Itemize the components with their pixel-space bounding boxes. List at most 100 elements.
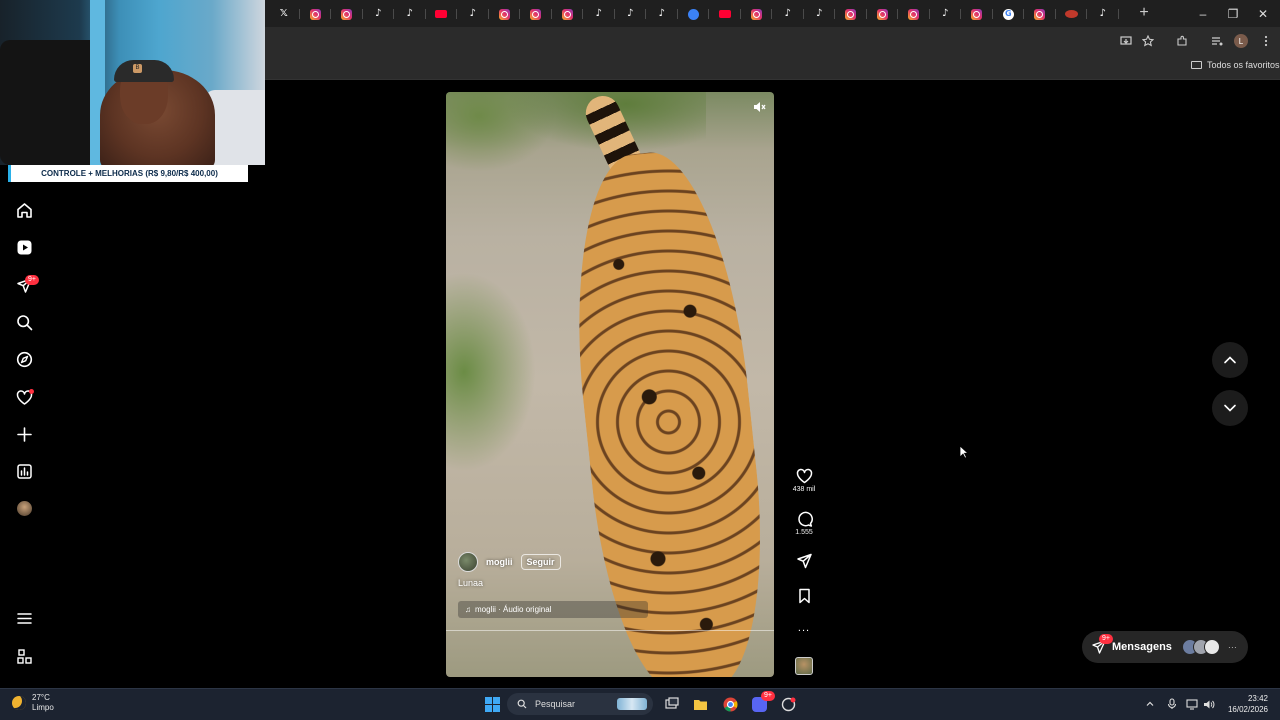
reel-divider <box>446 630 774 631</box>
chrome-icon[interactable] <box>722 696 738 712</box>
browser-tab[interactable] <box>331 4 363 24</box>
browser-tab[interactable] <box>552 4 584 24</box>
browser-tab[interactable]: ♪ <box>457 4 489 24</box>
x-favicon-icon: 𝕏 <box>279 8 288 19</box>
profile-avatar-button[interactable]: L <box>1234 34 1248 48</box>
browser-tab[interactable]: ♪ <box>583 4 615 24</box>
app-icon[interactable] <box>780 696 796 712</box>
notification-dot <box>29 389 34 394</box>
browser-tab[interactable] <box>741 4 773 24</box>
browser-tab[interactable]: 𝕏 <box>268 4 300 24</box>
reel-owner: moglii Seguir <box>458 552 561 572</box>
close-button[interactable]: ✕ <box>1248 0 1278 27</box>
microphone-icon[interactable] <box>1166 698 1178 710</box>
messages-badge: 9+ <box>25 275 39 285</box>
ig-favicon-icon <box>908 8 920 20</box>
task-view-icon[interactable] <box>664 696 680 712</box>
next-reel-button[interactable] <box>1212 390 1248 426</box>
ig-favicon-icon <box>1034 8 1046 20</box>
share-action[interactable] <box>788 553 820 569</box>
ig-favicon-icon <box>498 8 510 20</box>
tt-favicon-icon: ♪ <box>1099 8 1106 19</box>
comment-icon[interactable] <box>796 511 813 527</box>
more-action[interactable]: ... <box>788 622 820 634</box>
red-favicon-icon <box>1064 10 1078 18</box>
browser-menu-icon[interactable] <box>1258 33 1274 49</box>
mute-icon[interactable] <box>752 100 766 114</box>
home-icon[interactable] <box>15 201 33 219</box>
tt-favicon-icon: ♪ <box>595 8 602 19</box>
profile-avatar[interactable] <box>15 499 33 517</box>
reel-video[interactable] <box>446 92 774 677</box>
browser-tab[interactable]: ♪ <box>1087 4 1119 24</box>
create-plus-icon[interactable] <box>15 425 33 443</box>
taskbar-clock[interactable]: 23:42 16/02/2026 <box>1222 693 1268 715</box>
browser-tab[interactable] <box>678 4 710 24</box>
ig-favicon-icon <box>971 8 983 20</box>
tray-chevron-up-icon[interactable] <box>1144 698 1156 710</box>
search-highlight-image <box>617 698 647 710</box>
browser-tab[interactable]: ♪ <box>772 4 804 24</box>
browser-tab[interactable]: ♪ <box>930 4 962 24</box>
browser-tab[interactable] <box>961 4 993 24</box>
browser-tab[interactable] <box>426 4 458 24</box>
weather-condition: Limpo <box>32 703 54 712</box>
comment-action[interactable]: 1.555 <box>788 511 820 536</box>
search-icon[interactable] <box>15 313 33 331</box>
all-favorites-folder[interactable]: Todos os favoritos <box>1191 60 1280 70</box>
browser-tab[interactable] <box>898 4 930 24</box>
like-action[interactable]: 438 mil <box>788 468 820 493</box>
reels-icon[interactable] <box>15 238 33 256</box>
tt-favicon-icon: ♪ <box>942 8 949 19</box>
follow-button[interactable]: Seguir <box>520 554 561 570</box>
save-action[interactable] <box>788 588 820 604</box>
bookmark-icon[interactable] <box>796 588 813 604</box>
browser-tab[interactable] <box>1056 4 1088 24</box>
heart-icon[interactable] <box>796 468 813 484</box>
bookmark-star-icon[interactable] <box>1140 33 1156 49</box>
browser-tab[interactable] <box>1024 4 1056 24</box>
minimize-button[interactable]: – <box>1188 0 1218 27</box>
menu-icon[interactable] <box>15 609 33 627</box>
explore-icon[interactable] <box>15 350 33 368</box>
network-icon[interactable] <box>1186 698 1198 710</box>
tt-favicon-icon: ♪ <box>627 8 634 19</box>
restore-button[interactable]: ❐ <box>1218 0 1248 27</box>
owner-username[interactable]: moglii <box>486 557 513 567</box>
media-control-icon[interactable] <box>1209 33 1225 49</box>
browser-tab[interactable] <box>489 4 521 24</box>
messages-pill[interactable]: 9+ Mensagens ··· <box>1082 631 1248 663</box>
windows-start-icon[interactable] <box>484 696 500 712</box>
discord-icon[interactable]: 9+ <box>751 691 775 712</box>
owner-avatar[interactable] <box>458 552 478 572</box>
volume-icon[interactable] <box>1203 698 1215 710</box>
all-favorites-label: Todos os favoritos <box>1207 60 1280 70</box>
previous-reel-button[interactable] <box>1212 342 1248 378</box>
browser-tab[interactable]: ♪ <box>394 4 426 24</box>
browser-tab[interactable] <box>835 4 867 24</box>
temperature: 27°C <box>32 693 50 702</box>
reel-audio[interactable]: ♫ moglii · Áudio original <box>458 601 648 618</box>
browser-tab[interactable] <box>867 4 899 24</box>
dashboard-icon[interactable] <box>15 462 33 480</box>
browser-tab[interactable]: ♪ <box>615 4 647 24</box>
extensions-icon[interactable] <box>1174 33 1190 49</box>
browser-tab[interactable]: G <box>993 4 1025 24</box>
browser-tab[interactable]: ♪ <box>363 4 395 24</box>
new-tab-button[interactable]: + <box>1136 4 1152 22</box>
share-icon[interactable] <box>796 553 813 569</box>
browser-tab[interactable] <box>300 4 332 24</box>
weather-widget[interactable]: 27°C Limpo <box>12 693 54 713</box>
browser-tab[interactable] <box>709 4 741 24</box>
apps-icon[interactable] <box>15 647 33 665</box>
ig-favicon-icon <box>341 8 353 20</box>
install-app-icon[interactable] <box>1118 33 1134 49</box>
browser-tab[interactable]: ♪ <box>804 4 836 24</box>
browser-tab[interactable] <box>520 4 552 24</box>
file-explorer-icon[interactable] <box>692 696 708 712</box>
browser-tab[interactable]: ♪ <box>646 4 678 24</box>
taskbar-search[interactable]: Pesquisar <box>507 693 653 715</box>
audio-thumbnail[interactable] <box>795 657 813 675</box>
tt-favicon-icon: ♪ <box>784 8 791 19</box>
more-options-icon[interactable]: ... <box>798 622 810 634</box>
